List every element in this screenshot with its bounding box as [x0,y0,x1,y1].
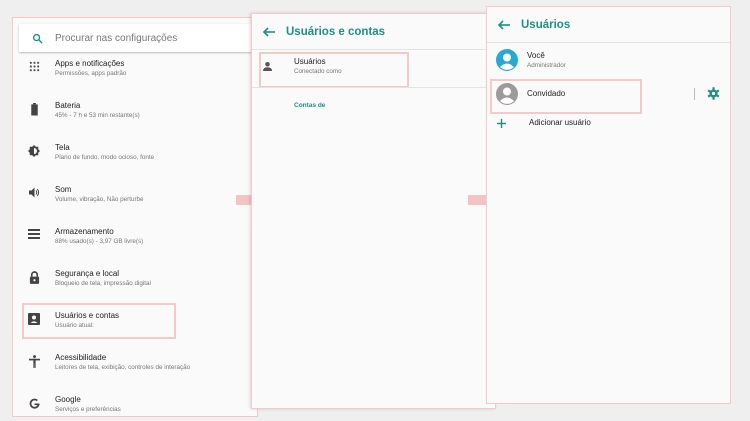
add-user-label: Adicionar usuário [529,118,591,127]
setting-sound[interactable]: Som Volume, vibração, Não perturbe [13,184,257,218]
setting-subtitle: Bloqueio de tela, impressão digital [55,280,151,287]
setting-subtitle: Volume, vibração, Não perturbe [55,196,144,203]
setting-display[interactable]: Tela Plano de fundo, modo ocioso, fonte [13,142,257,176]
search-input[interactable]: Procurar nas configurações [55,33,177,44]
highlight-box [490,79,642,114]
setting-security[interactable]: Segurança e local Bloqueio de tela, impre… [13,268,257,302]
search-icon [19,33,55,44]
user-name: Você [527,50,545,60]
setting-storage[interactable]: Armazenamento 88% usado(s) - 3,97 GB livr… [13,226,257,260]
volume-icon [13,184,55,198]
section-label: Contas de [294,102,326,109]
highlight-box [259,52,409,88]
setting-accessibility[interactable]: Acessibilidade Leitores de tela, exibição… [13,352,257,386]
setting-title: Som [55,185,72,194]
user-row-you[interactable]: Você Administrador [487,47,730,73]
highlight-box [22,303,176,339]
setting-subtitle: 45% - 7 h e 53 min restante(s) [55,112,140,119]
setting-title: Bateria [55,101,81,110]
accessibility-icon [13,352,55,368]
users-header: Usuários [487,7,730,43]
storage-icon [13,226,55,239]
users-panel: Usuários Você Administrador Convidado Ad… [486,6,731,404]
setting-subtitle: Leitores de tela, exibição, controles de… [55,364,191,371]
setting-apps[interactable]: Apps e notificações Permissões, apps padr… [13,58,257,92]
back-arrow-icon[interactable] [252,26,286,37]
setting-title: Google [55,395,81,404]
plus-icon [487,118,515,128]
setting-subtitle: Permissões, apps padrão [55,70,127,77]
battery-icon [13,100,55,116]
page-title: Usuários [521,18,571,31]
accounts-panel: Usuários e contas Usuários Conectado com… [251,13,496,409]
apps-grid-icon [13,58,55,72]
divider [694,88,695,100]
setting-title: Armazenamento [55,227,114,236]
divider [252,87,495,88]
add-user-button[interactable]: Adicionar usuário [487,115,730,131]
setting-google[interactable]: Google Serviços e preferências [13,394,257,416]
lock-icon [13,268,55,284]
user-role: Administrador [527,61,566,69]
google-icon [13,394,55,410]
gear-icon[interactable] [707,87,720,105]
settings-panel: Procurar nas configurações Apps e notifi… [12,17,258,417]
setting-title: Tela [55,143,70,152]
setting-title: Apps e notificações [55,59,125,68]
setting-title: Segurança e local [55,269,120,278]
back-arrow-icon[interactable] [487,19,521,30]
setting-subtitle: 88% usado(s) - 3,97 GB livre(s) [55,238,144,245]
setting-title: Acessibilidade [55,353,107,362]
page-title: Usuários e contas [286,25,386,38]
setting-battery[interactable]: Bateria 45% - 7 h e 53 min restante(s) [13,100,257,134]
accounts-header: Usuários e contas [252,14,495,50]
brightness-icon [13,142,55,157]
avatar [487,49,527,71]
setting-subtitle: Serviços e preferências [55,406,121,413]
search-bar[interactable]: Procurar nas configurações [19,24,255,52]
setting-subtitle: Plano de fundo, modo ocioso, fonte [55,154,155,161]
